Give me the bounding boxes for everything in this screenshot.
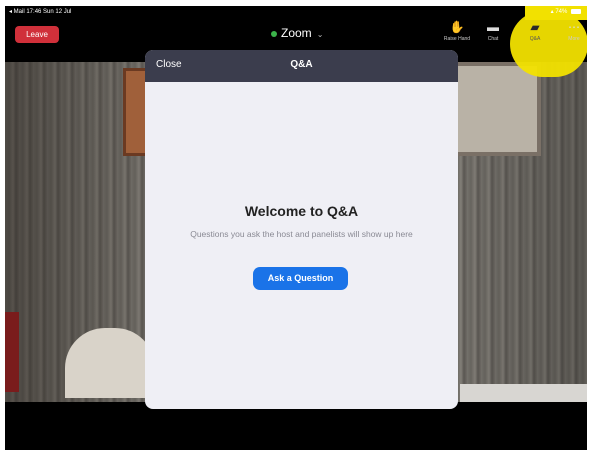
battery-percent: 74% — [555, 9, 568, 15]
status-left: ◂ Mail 17:46 Sun 12 Jul — [9, 9, 72, 15]
chat-icon: ▬ — [487, 20, 499, 34]
qa-description: Questions you ask the host and panelists… — [190, 229, 413, 239]
qa-panel: Close Q&A Welcome to Q&A Questions you a… — [145, 50, 458, 409]
qa-icon: ▰ — [530, 20, 540, 34]
raise-hand-button[interactable]: ✋ Raise Hand — [437, 20, 477, 42]
battery-icon — [571, 8, 581, 14]
pillow — [65, 328, 155, 398]
more-icon: ⋯ — [568, 20, 580, 34]
more-label: More — [568, 36, 580, 42]
raise-hand-label: Raise Hand — [443, 36, 471, 42]
bed-linen — [460, 384, 587, 402]
wall-picture-right — [453, 62, 541, 156]
encryption-status-icon — [271, 30, 277, 37]
chat-button[interactable]: ▬ Chat — [473, 20, 513, 42]
more-button[interactable]: ⋯ More — [554, 20, 587, 42]
qa-button[interactable]: ▰ Q&A — [515, 20, 555, 42]
red-object — [5, 312, 19, 392]
welcome-heading: Welcome to Q&A — [244, 203, 359, 219]
chat-label: Chat — [487, 36, 499, 42]
status-bar: ◂ Mail 17:46 Sun 12 Jul ▴ 74% — [5, 6, 587, 18]
chevron-down-icon: ⌄ — [316, 30, 324, 39]
zoom-screen: ◂ Mail 17:46 Sun 12 Jul ▴ 74% Leave Zoom… — [5, 6, 587, 450]
leave-button[interactable]: Leave — [15, 26, 59, 43]
meeting-title[interactable]: Zoom ⌄ — [271, 25, 351, 41]
status-right: ▴ 74% — [551, 8, 581, 15]
qa-panel-title: Q&A — [290, 59, 313, 70]
qa-panel-header: Close Q&A — [145, 50, 458, 82]
meeting-title-text: Zoom — [281, 26, 312, 40]
wifi-icon: ▴ — [550, 9, 554, 15]
qa-label: Q&A — [529, 36, 541, 42]
ask-question-button[interactable]: Ask a Question — [253, 267, 348, 290]
raise-hand-icon: ✋ — [449, 20, 465, 34]
